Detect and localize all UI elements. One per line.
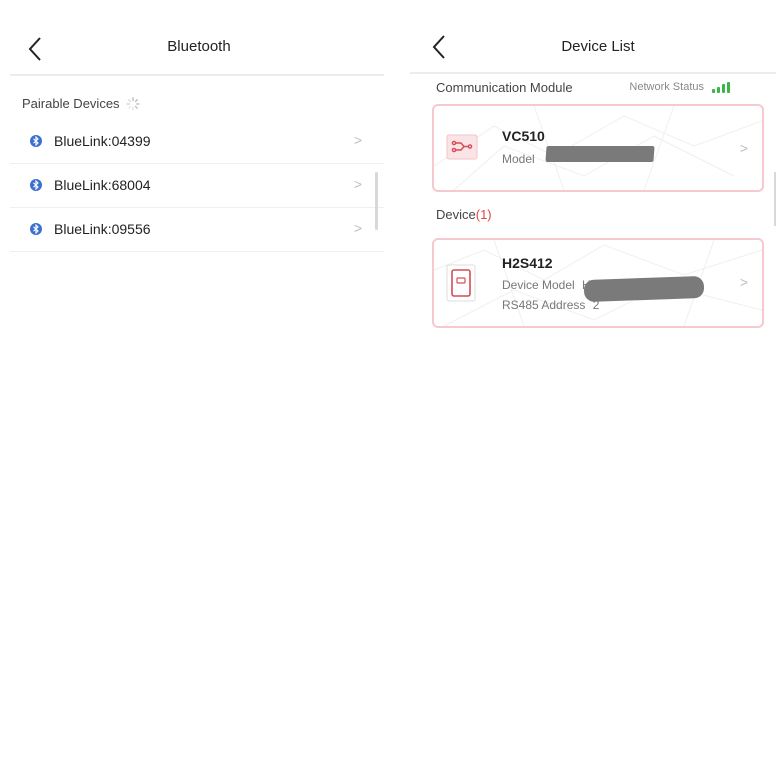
bluetooth-icon xyxy=(30,223,42,235)
device-label: BlueLink:68004 xyxy=(54,177,151,193)
bluetooth-screen: Bluetooth Pairable Devices BlueLink:0439… xyxy=(0,0,386,761)
chevron-right-icon: > xyxy=(353,132,362,148)
pairable-devices-header: Pairable Devices xyxy=(22,96,140,111)
chevron-right-icon: > xyxy=(353,176,362,192)
device-section-label: Device xyxy=(436,207,476,222)
rs485-address-line: RS485 Address 2 xyxy=(502,298,599,312)
device-list-screen: Device List Communication Module Network… xyxy=(390,0,776,761)
device-label: BlueLink:09556 xyxy=(54,221,151,237)
device-card-h2s412[interactable]: H2S412 Device Model H2 RS485 Address 2 > xyxy=(432,238,764,328)
module-device-icon xyxy=(446,134,478,160)
bluetooth-icon xyxy=(30,179,42,191)
chevron-right-icon: > xyxy=(739,274,748,290)
page-title: Bluetooth xyxy=(167,38,231,55)
module-model-line: Model xyxy=(502,152,535,166)
scrollbar[interactable] xyxy=(375,172,378,230)
communication-module-card[interactable]: VC510 Model > xyxy=(432,104,764,192)
signal-strength-icon xyxy=(712,81,730,93)
loading-spinner-icon xyxy=(125,96,140,111)
bluetooth-icon xyxy=(30,135,42,147)
device-name: H2S412 xyxy=(502,255,553,271)
header-divider xyxy=(410,72,776,74)
network-status: Network Status xyxy=(629,81,730,93)
device-label: BlueLink:04399 xyxy=(54,133,151,149)
device-count-badge: (1) xyxy=(475,207,492,222)
module-name: VC510 xyxy=(502,128,545,144)
section-label: Pairable Devices xyxy=(22,96,120,111)
page-title: Device List xyxy=(561,38,635,55)
inverter-icon xyxy=(446,264,476,302)
list-item-bluelink-68004[interactable]: BlueLink:68004 > xyxy=(10,163,384,208)
device-model-label: Device Model xyxy=(502,278,575,292)
chevron-right-icon: > xyxy=(353,220,362,236)
header-divider xyxy=(10,74,384,76)
chevron-right-icon: > xyxy=(739,140,748,156)
redacted-model-value xyxy=(545,146,655,162)
redacted-model-value xyxy=(583,275,705,303)
device-section-header: Device(1) xyxy=(436,207,492,222)
rs485-address-label: RS485 Address xyxy=(502,298,586,312)
list-item-bluelink-04399[interactable]: BlueLink:04399 > xyxy=(10,119,384,164)
communication-module-header: Communication Module xyxy=(436,80,573,95)
list-item-bluelink-09556[interactable]: BlueLink:09556 > xyxy=(10,207,384,252)
network-status-label: Network Status xyxy=(629,81,704,93)
model-label: Model xyxy=(502,152,535,166)
